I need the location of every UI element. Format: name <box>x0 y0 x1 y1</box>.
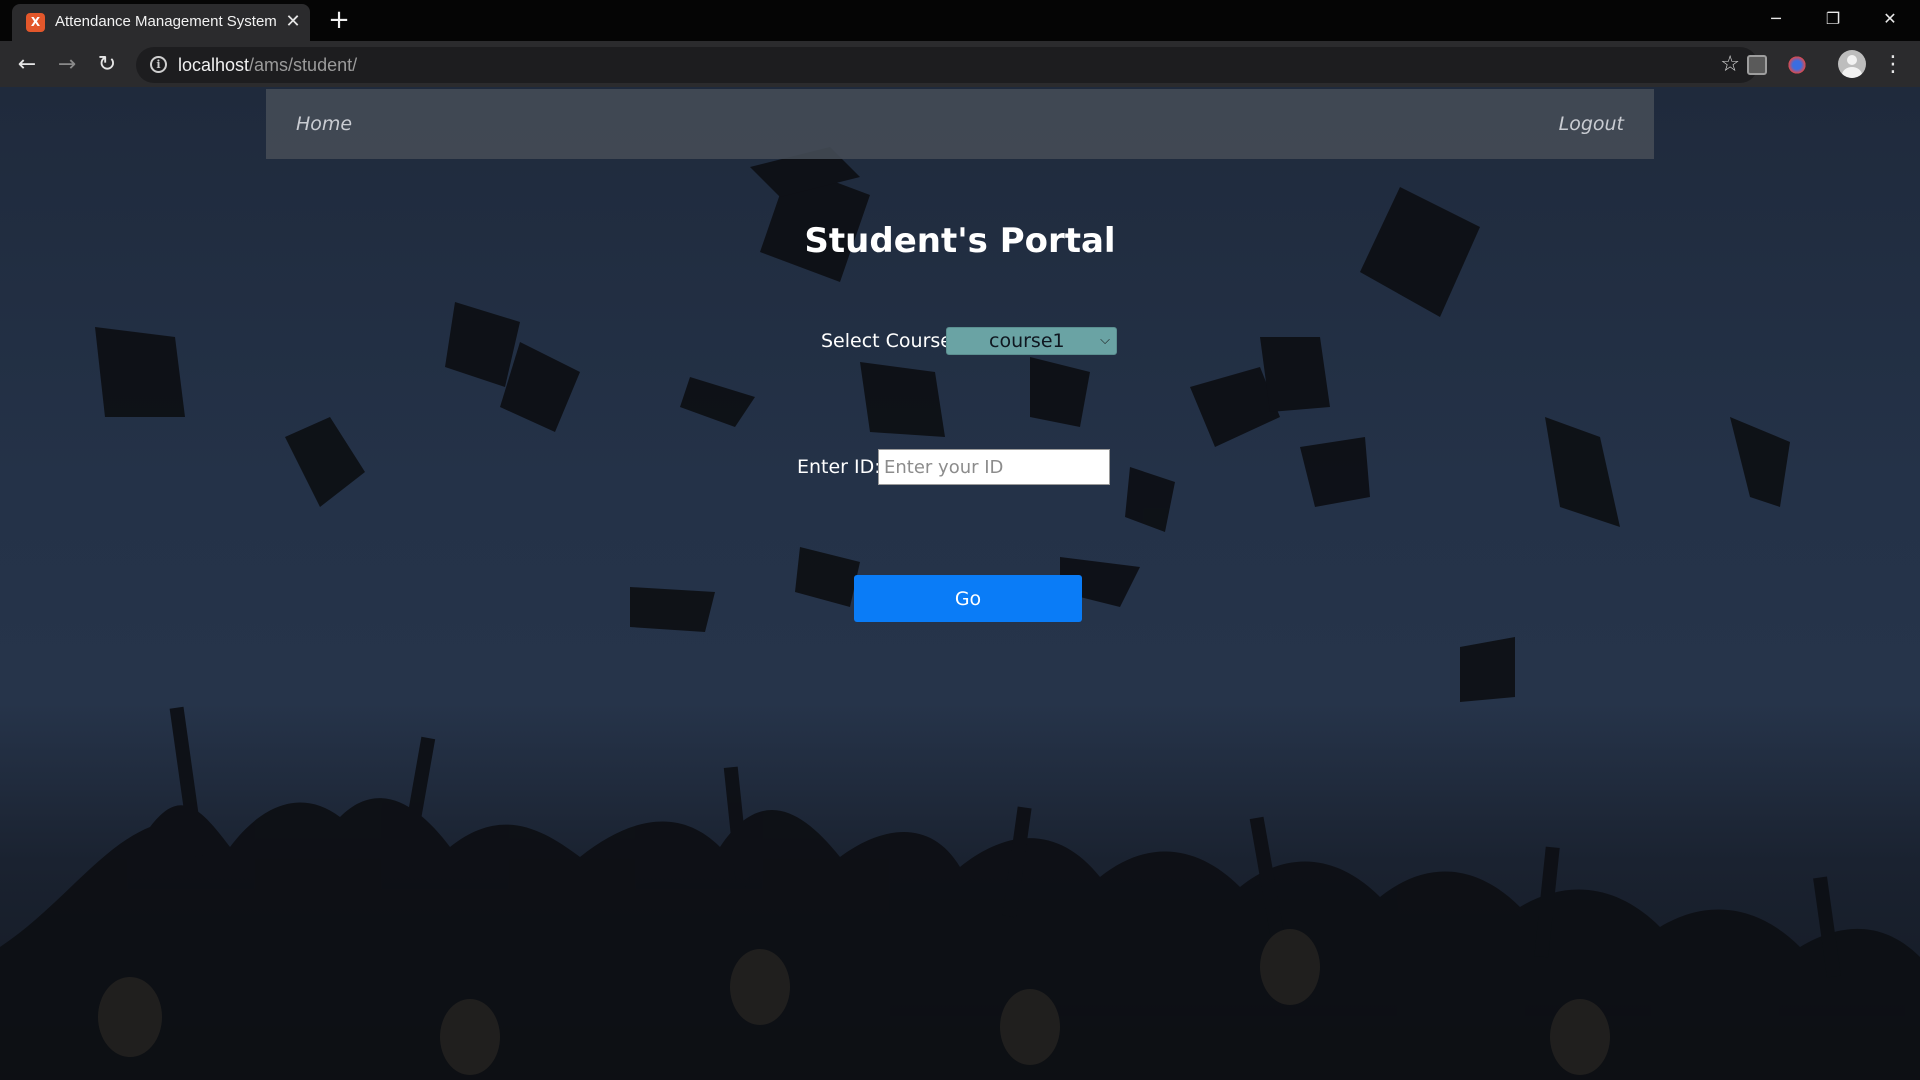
xampp-favicon-icon: ꓫ <box>26 13 45 32</box>
site-navbar: Home Logout <box>266 89 1654 159</box>
student-id-input[interactable] <box>878 449 1110 485</box>
kebab-menu-icon[interactable]: ⋮ <box>1880 49 1906 81</box>
course-select[interactable]: course1 ⌵ <box>946 327 1117 355</box>
nav-logout-link[interactable]: Logout <box>1559 113 1624 135</box>
select-course-label: Select Course <box>821 330 952 352</box>
chevron-down-icon: ⌵ <box>1100 333 1110 348</box>
page-title: Student's Portal <box>804 221 1116 261</box>
go-button[interactable]: Go <box>854 575 1082 622</box>
back-arrow-icon[interactable]: ← <box>11 49 43 81</box>
address-bar[interactable]: i localhost/ams/student/ ☆ <box>136 47 1758 83</box>
forward-arrow-icon[interactable]: → <box>51 49 83 81</box>
extension-glasses-icon[interactable] <box>1787 55 1807 75</box>
enter-id-label: Enter ID: <box>797 456 881 478</box>
restore-icon[interactable]: ❐ <box>1805 0 1861 38</box>
window-close-icon[interactable]: ✕ <box>1862 0 1918 38</box>
browser-tab[interactable]: ꓫ Attendance Management System ✕ <box>12 4 310 41</box>
browser-toolbar: ← → ↻ i localhost/ams/student/ ☆ ⋮ <box>0 41 1920 87</box>
site-info-icon[interactable]: i <box>150 56 167 73</box>
tab-close-icon[interactable]: ✕ <box>282 11 304 33</box>
reload-icon[interactable]: ↻ <box>91 49 123 81</box>
minimize-icon[interactable]: ─ <box>1748 0 1804 38</box>
url-text[interactable]: localhost/ams/student/ <box>178 55 357 76</box>
course-select-value: course1 <box>989 330 1065 352</box>
new-tab-icon[interactable]: + <box>325 6 353 34</box>
profile-avatar-icon[interactable] <box>1838 50 1866 78</box>
browser-tab-strip: ꓫ Attendance Management System ✕ + ─ ❐ ✕ <box>0 0 1920 41</box>
bookmark-star-icon[interactable]: ☆ <box>1720 52 1740 78</box>
extension-icon[interactable] <box>1747 55 1767 75</box>
nav-home-link[interactable]: Home <box>296 113 352 135</box>
tab-title: Attendance Management System <box>55 13 277 30</box>
page-viewport: Home Logout Student's Portal Select Cour… <box>0 87 1920 1080</box>
